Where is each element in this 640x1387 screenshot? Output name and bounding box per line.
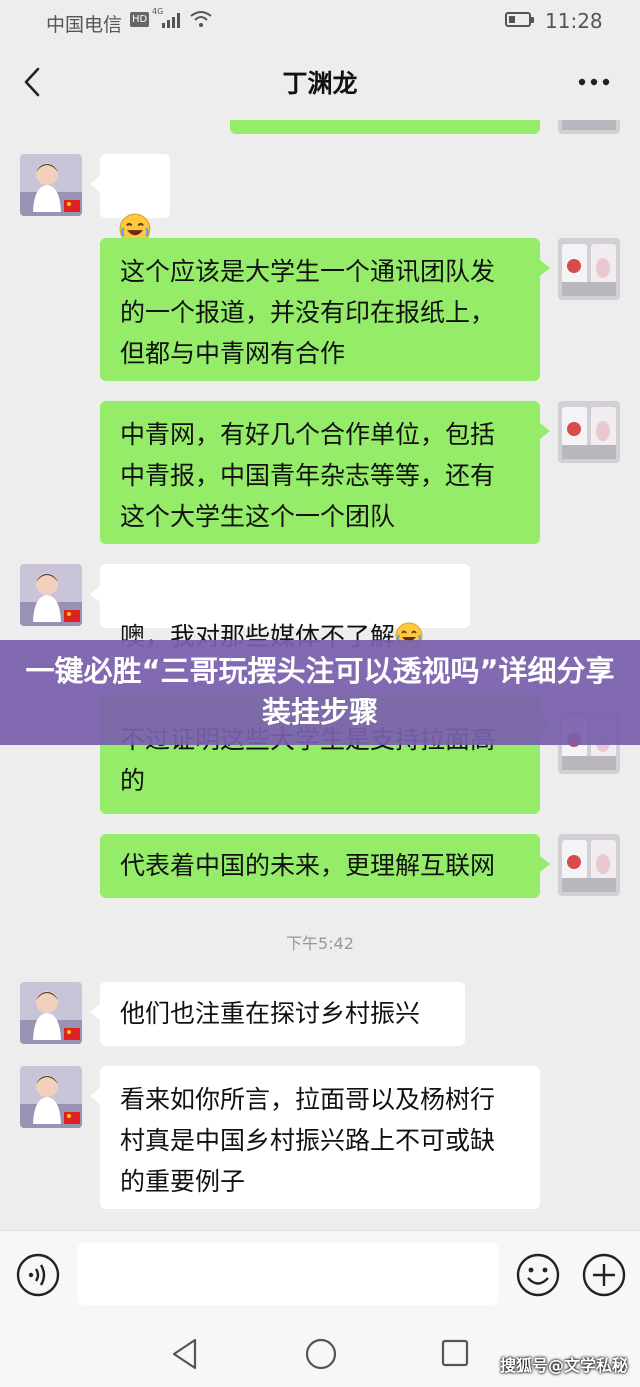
- battery-icon: [505, 12, 534, 27]
- wifi-icon: [190, 11, 212, 27]
- message-bubble[interactable]: [90, 154, 170, 218]
- clock: 11:28: [545, 9, 603, 33]
- message-bubble[interactable]: 这个应该是大学生一个通讯团队发 的一个报道，并没有印在报纸上， 但都与中青网有合…: [100, 238, 550, 381]
- carrier-name: 中国电信: [46, 14, 123, 36]
- timestamp: 下午5:42: [286, 934, 354, 953]
- more-icon[interactable]: [578, 78, 610, 86]
- chat-header: 丁渊龙: [0, 44, 640, 120]
- system-nav-bar: 搜狐号@文学私秘: [0, 1322, 640, 1387]
- avatar-contact[interactable]: [20, 154, 82, 216]
- voice-icon[interactable]: [16, 1253, 60, 1297]
- nav-home-icon[interactable]: [304, 1337, 338, 1371]
- plus-icon[interactable]: [582, 1253, 626, 1297]
- overlay-banner: 一键必胜“三哥玩摆头注可以透视吗”详细分享装挂步骤: [0, 640, 640, 745]
- avatar-contact[interactable]: [20, 982, 82, 1044]
- message-bubble[interactable]: 噢，我对那些媒体不了解: [90, 564, 470, 651]
- emoji-icon[interactable]: [516, 1253, 560, 1297]
- battery-level: [509, 16, 515, 23]
- watermark: 搜狐号@文学私秘: [500, 1356, 629, 1375]
- input-bar: [0, 1230, 640, 1322]
- status-bar: 中国电信 HD 4G 11:28: [0, 0, 640, 44]
- nav-recent-icon[interactable]: [440, 1338, 470, 1368]
- avatar-self[interactable]: [558, 401, 620, 463]
- message-bubble[interactable]: 中青网，有好几个合作单位，包括 中青报，中国青年杂志等等，还有 这个大学生这个一…: [100, 401, 550, 544]
- signal-icon: [162, 13, 180, 28]
- avatar-self[interactable]: [558, 120, 620, 134]
- chat-title: 丁渊龙: [282, 69, 358, 98]
- avatar-self[interactable]: [558, 834, 620, 896]
- banner-text: 一键必胜“三哥玩摆头注可以透视吗”详细分享装挂步骤: [25, 654, 615, 729]
- hd-badge: HD: [130, 12, 150, 27]
- avatar-contact[interactable]: [20, 1066, 82, 1128]
- message-bubble-partial: [230, 120, 540, 134]
- message-bubble[interactable]: 他们也注重在探讨乡村振兴: [90, 982, 465, 1046]
- nav-back-icon[interactable]: [170, 1337, 200, 1371]
- message-bubble[interactable]: 代表着中国的未来，更理解互联网: [100, 834, 550, 898]
- avatar-contact[interactable]: [20, 564, 82, 626]
- message-bubble[interactable]: 看来如你所言，拉面哥以及杨树行 村真是中国乡村振兴路上不可或缺 的重要例子: [90, 1066, 540, 1209]
- avatar-self[interactable]: [558, 238, 620, 300]
- message-input[interactable]: [78, 1243, 498, 1305]
